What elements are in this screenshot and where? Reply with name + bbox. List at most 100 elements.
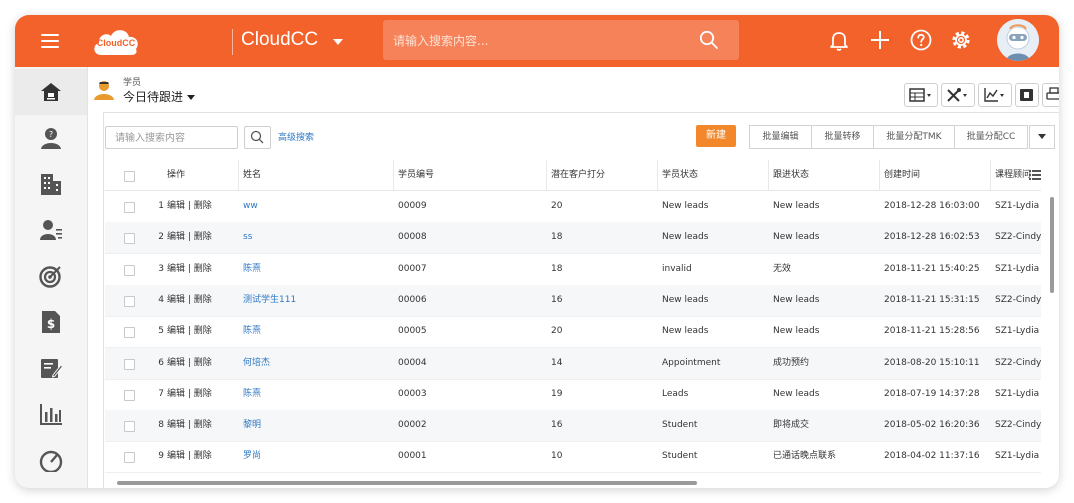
sidebar-item-help[interactable]: ?	[15, 115, 87, 161]
edit-link[interactable]: 编辑	[167, 451, 185, 461]
created-time: 2018-04-02 11:37:16	[884, 451, 980, 462]
settings-gear-icon[interactable]	[949, 28, 973, 52]
row-checkbox[interactable]	[124, 421, 135, 433]
app-switcher-chevron-icon[interactable]	[333, 39, 343, 45]
row-checkbox[interactable]	[124, 233, 135, 245]
global-search-input[interactable]	[391, 30, 695, 52]
student-name-link[interactable]: 何培杰	[243, 348, 388, 379]
table-row[interactable]: 3 编辑 | 删除 陈熹 00007 18 invalid 无效 2018-11-21 15:…	[105, 254, 1041, 286]
table-row[interactable]: 7 编辑 | 删除 陈熹 00003 19 Leads New leads 2018-07-1…	[105, 379, 1041, 411]
new-button[interactable]: 新建	[696, 125, 736, 147]
edit-link[interactable]: 编辑	[167, 201, 185, 211]
row-checkbox[interactable]	[124, 358, 135, 370]
tools-button[interactable]	[941, 83, 975, 107]
list-view-selector[interactable]: 今日待跟进	[123, 88, 196, 105]
delete-link[interactable]: 删除	[194, 201, 212, 211]
delete-link[interactable]: 删除	[194, 264, 212, 274]
table-view-button[interactable]	[904, 83, 938, 107]
student-name-link[interactable]: ww	[243, 191, 388, 222]
row-checkbox[interactable]	[124, 202, 135, 213]
row-checkbox[interactable]	[124, 295, 135, 307]
student-name-link[interactable]: ss	[243, 222, 388, 253]
sidebar-item-campaigns[interactable]	[15, 253, 87, 299]
horizontal-scrollbar[interactable]	[117, 481, 697, 485]
global-search[interactable]	[383, 20, 739, 60]
student-name-link[interactable]: 罗尚	[243, 441, 388, 472]
bulk-assign-tmk-button[interactable]: 批量分配TMK	[873, 125, 955, 149]
table-row[interactable]: 9 编辑 | 删除 罗尚 00001 10 Student 已通话晚点联系 2018-04-0…	[105, 441, 1041, 474]
bulk-assign-cc-button[interactable]: 批量分配CC	[954, 125, 1028, 149]
sidebar-item-home[interactable]	[15, 69, 87, 115]
column-header-name[interactable]: 姓名	[238, 160, 391, 190]
vertical-scrollbar-thumb[interactable]	[1050, 197, 1054, 293]
user-avatar[interactable]	[997, 19, 1039, 61]
student-name-link[interactable]: 黎明	[243, 410, 388, 441]
delete-link[interactable]: 删除	[194, 358, 212, 368]
bulk-transfer-button[interactable]: 批量转移	[811, 125, 874, 149]
delete-link[interactable]: 删除	[194, 389, 212, 399]
cloudcc-logo[interactable]: CloudCC	[91, 25, 141, 57]
student-status: Student	[662, 451, 698, 462]
created-time: 2018-12-28 16:03:00	[884, 201, 980, 211]
row-checkbox[interactable]	[124, 327, 135, 339]
delete-link[interactable]: 删除	[194, 326, 212, 336]
action-separator: |	[185, 294, 194, 305]
column-header-student-id[interactable]: 学员编号	[393, 160, 546, 190]
table-row[interactable]: 1 编辑 | 删除 ww 00009 20 New leads New leads 2018-…	[105, 191, 1041, 223]
edit-link[interactable]: 编辑	[167, 295, 185, 305]
student-name-link[interactable]: 陈熹	[243, 379, 388, 410]
print-button[interactable]	[1042, 83, 1059, 107]
sidebar-item-finance[interactable]: $	[15, 299, 87, 345]
delete-link[interactable]: 删除	[194, 451, 212, 461]
student-id: 00006	[398, 294, 427, 305]
table-row[interactable]: 4 编辑 | 删除 测试学生111 00006 16 New leads New leads…	[105, 284, 1041, 317]
user-question-icon: ?	[41, 128, 61, 149]
sidebar-item-dashboard[interactable]	[15, 437, 87, 483]
row-checkbox[interactable]	[124, 389, 135, 401]
app-switcher[interactable]: CloudCC	[241, 29, 318, 51]
more-actions-button[interactable]	[1029, 125, 1055, 149]
column-header-follow-status[interactable]: 跟进状态	[768, 160, 877, 190]
table-row[interactable]: 8 编辑 | 删除 黎明 00002 16 Student 即将成交 2018-05-02 1…	[105, 410, 1041, 443]
advanced-search-link[interactable]: 高级搜索	[278, 130, 314, 143]
search-icon[interactable]	[699, 30, 719, 50]
sidebar-item-company[interactable]	[15, 161, 87, 207]
table-row[interactable]: 5 编辑 | 删除 陈熹 00005 20 New leads New leads 2018-…	[105, 316, 1041, 349]
add-icon[interactable]	[868, 28, 892, 52]
list-search-input[interactable]	[113, 130, 235, 146]
column-settings-icon[interactable]	[1029, 170, 1041, 180]
student-name-link[interactable]: 陈熹	[243, 254, 388, 285]
edit-link[interactable]: 编辑	[167, 389, 185, 399]
delete-link[interactable]: 删除	[194, 232, 212, 242]
edit-link[interactable]: 编辑	[167, 264, 185, 274]
bulk-edit-button[interactable]: 批量编辑	[749, 125, 812, 149]
list-search[interactable]	[105, 126, 238, 149]
export-button[interactable]	[1015, 83, 1039, 107]
menu-icon[interactable]	[41, 34, 59, 48]
table-row[interactable]: 2 编辑 | 删除 ss 00008 18 New leads New leads 2018-…	[105, 222, 1041, 255]
column-header-student-status[interactable]: 学员状态	[657, 160, 766, 190]
delete-link[interactable]: 删除	[194, 295, 212, 305]
delete-link[interactable]: 删除	[194, 420, 212, 430]
student-name-link[interactable]: 陈熹	[243, 316, 388, 347]
column-header-created[interactable]: 创建时间	[879, 160, 988, 190]
sidebar-item-reports[interactable]	[15, 391, 87, 437]
notification-bell-icon[interactable]	[827, 28, 851, 52]
select-all-checkbox[interactable]	[124, 171, 135, 182]
sidebar-item-contacts[interactable]	[15, 207, 87, 253]
student-name-link[interactable]: 测试学生111	[243, 285, 388, 316]
column-header-advisor[interactable]: 课程顾问	[990, 160, 1033, 190]
row-checkbox[interactable]	[124, 452, 135, 464]
vertical-scrollbar[interactable]	[1042, 191, 1058, 488]
chart-view-button[interactable]	[978, 83, 1012, 107]
edit-link[interactable]: 编辑	[167, 232, 185, 242]
list-search-button[interactable]	[244, 126, 271, 149]
table-row[interactable]: 6 编辑 | 删除 何培杰 00004 14 Appointment 成功预约 2018-08…	[105, 347, 1041, 380]
help-icon[interactable]	[909, 28, 933, 52]
sidebar-item-tasks[interactable]	[15, 345, 87, 391]
edit-link[interactable]: 编辑	[167, 326, 185, 336]
edit-link[interactable]: 编辑	[167, 358, 185, 368]
column-header-score[interactable]: 潜在客户打分	[546, 160, 655, 190]
edit-link[interactable]: 编辑	[167, 420, 185, 430]
row-checkbox[interactable]	[124, 264, 135, 276]
